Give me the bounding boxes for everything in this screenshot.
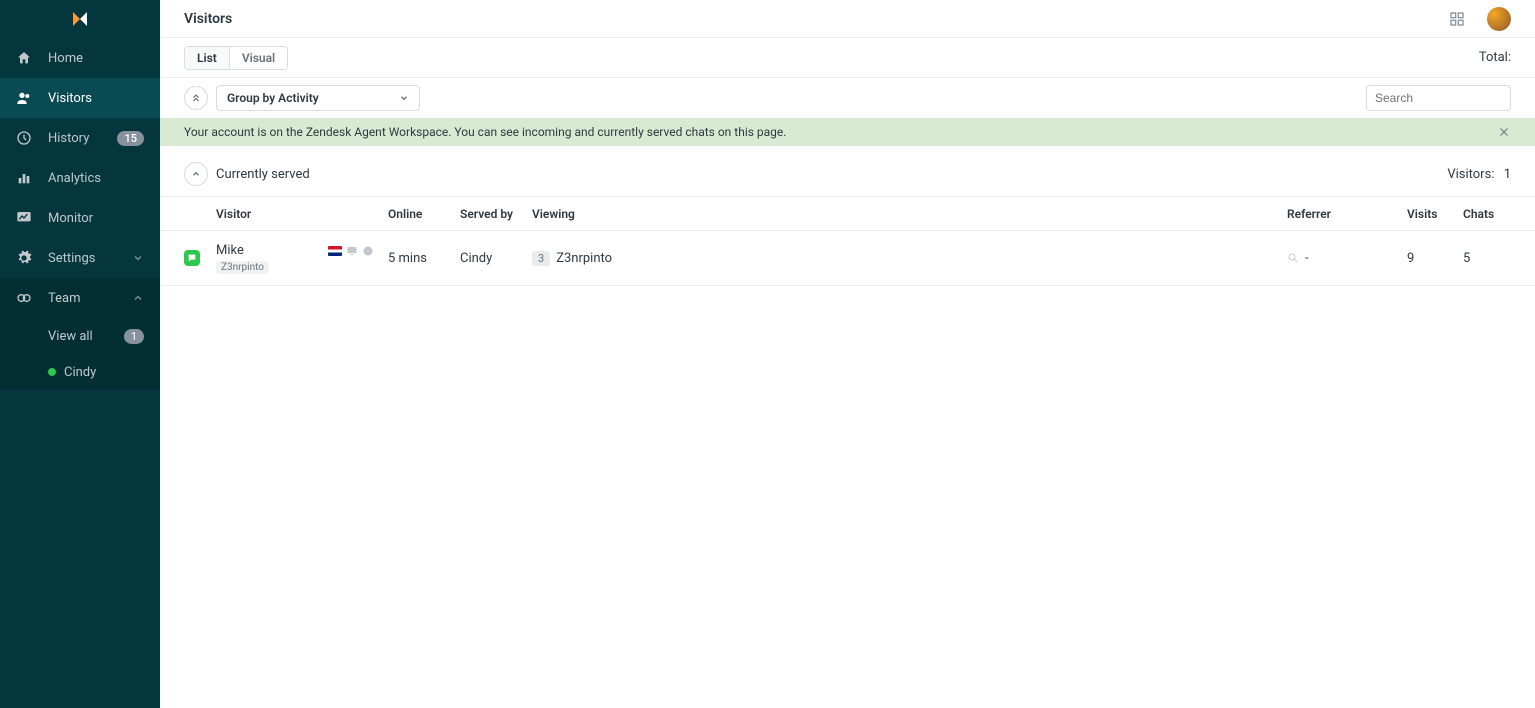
sidebar-item-monitor[interactable]: Monitor xyxy=(0,198,160,238)
main-content: Visitors List Visual Total: Group by Act… xyxy=(160,0,1535,708)
sidebar-item-settings[interactable]: Settings xyxy=(0,238,160,278)
total-label: Total: xyxy=(1479,50,1511,65)
visitor-name: Mike xyxy=(216,243,269,258)
search-icon xyxy=(1287,252,1299,264)
sidebar-item-home[interactable]: Home xyxy=(0,38,160,78)
visitors-count: Visitors: 1 xyxy=(1447,167,1511,182)
tab-list[interactable]: List xyxy=(185,47,229,69)
view-all-label: View all xyxy=(48,329,124,344)
team-view-all[interactable]: View all 1 xyxy=(0,318,160,354)
history-icon xyxy=(16,130,32,146)
page-title: Visitors xyxy=(184,11,1449,27)
analytics-icon xyxy=(16,170,32,186)
page-count-badge: 3 xyxy=(532,251,550,266)
referrer-value: - xyxy=(1305,251,1309,266)
chats-count: 5 xyxy=(1463,251,1511,266)
logo[interactable] xyxy=(0,0,160,38)
monitor-icon xyxy=(16,210,32,226)
team-member-name: Cindy xyxy=(64,365,144,380)
tab-visual[interactable]: Visual xyxy=(229,47,287,69)
sidebar-item-label: Analytics xyxy=(48,171,144,186)
chevron-down-icon xyxy=(399,93,409,103)
status-online-icon xyxy=(48,368,56,376)
gear-icon xyxy=(16,250,32,266)
flag-uk-icon xyxy=(328,246,342,256)
info-banner: Your account is on the Zendesk Agent Wor… xyxy=(160,118,1535,146)
col-visitor: Visitor xyxy=(216,207,388,221)
view-mode-toggle: List Visual xyxy=(184,46,288,70)
search-input[interactable] xyxy=(1366,85,1511,111)
home-icon xyxy=(16,50,32,66)
visitors-icon xyxy=(16,90,32,106)
group-by-label: Group by Activity xyxy=(227,91,319,105)
desktop-icon xyxy=(346,245,358,257)
col-chats: Chats xyxy=(1463,207,1511,221)
sidebar-item-history[interactable]: History 15 xyxy=(0,118,160,158)
team-icon xyxy=(16,290,32,306)
section-title: Currently served xyxy=(216,167,310,182)
col-served-by: Served by xyxy=(460,207,532,221)
section-header: Currently served Visitors: 1 xyxy=(160,146,1535,196)
col-online: Online xyxy=(388,207,460,221)
collapse-all-button[interactable] xyxy=(184,86,208,110)
sidebar-item-label: Home xyxy=(48,51,144,66)
sidebar-item-label: Team xyxy=(48,291,132,306)
sidebar-item-analytics[interactable]: Analytics xyxy=(0,158,160,198)
col-viewing: Viewing xyxy=(532,207,1287,221)
sidebar-item-label: Settings xyxy=(48,251,132,266)
section-toggle[interactable] xyxy=(184,162,208,186)
sidebar-item-label: Monitor xyxy=(48,211,144,226)
team-member-cindy[interactable]: Cindy xyxy=(0,354,160,390)
browser-icon xyxy=(362,245,374,257)
group-by-dropdown[interactable]: Group by Activity xyxy=(216,85,420,111)
visitors-table: Visitor Online Served by Viewing Referre… xyxy=(160,196,1535,286)
close-icon[interactable] xyxy=(1497,125,1511,139)
toolbar: Group by Activity xyxy=(160,78,1535,118)
visitor-tag: Z3nrpinto xyxy=(216,261,269,274)
page-header: Visitors xyxy=(160,0,1535,38)
sidebar-item-visitors[interactable]: Visitors xyxy=(0,78,160,118)
chevron-up-icon xyxy=(132,292,144,304)
viewing-page: Z3nrpinto xyxy=(556,251,612,266)
apps-icon[interactable] xyxy=(1449,11,1465,27)
chevron-down-icon xyxy=(132,252,144,264)
banner-text: Your account is on the Zendesk Agent Wor… xyxy=(184,125,786,139)
sidebar-item-team[interactable]: Team xyxy=(0,278,160,318)
history-badge: 15 xyxy=(117,131,144,146)
chat-active-icon xyxy=(184,250,200,266)
col-visits: Visits xyxy=(1407,207,1463,221)
col-referrer: Referrer xyxy=(1287,207,1407,221)
visits-count: 9 xyxy=(1407,251,1463,266)
user-avatar[interactable] xyxy=(1487,7,1511,31)
view-controls: List Visual Total: xyxy=(160,38,1535,78)
served-by-agent: Cindy xyxy=(460,251,532,266)
sidebar: Home Visitors History 15 Analytics Monit… xyxy=(0,0,160,708)
sidebar-item-label: Visitors xyxy=(48,91,144,106)
view-all-badge: 1 xyxy=(124,329,144,344)
table-header-row: Visitor Online Served by Viewing Referre… xyxy=(160,196,1535,230)
sidebar-item-label: History xyxy=(48,131,117,146)
online-duration: 5 mins xyxy=(388,251,460,266)
table-row[interactable]: Mike Z3nrpinto 5 mins Cindy 3 Z3nrpin xyxy=(160,230,1535,286)
